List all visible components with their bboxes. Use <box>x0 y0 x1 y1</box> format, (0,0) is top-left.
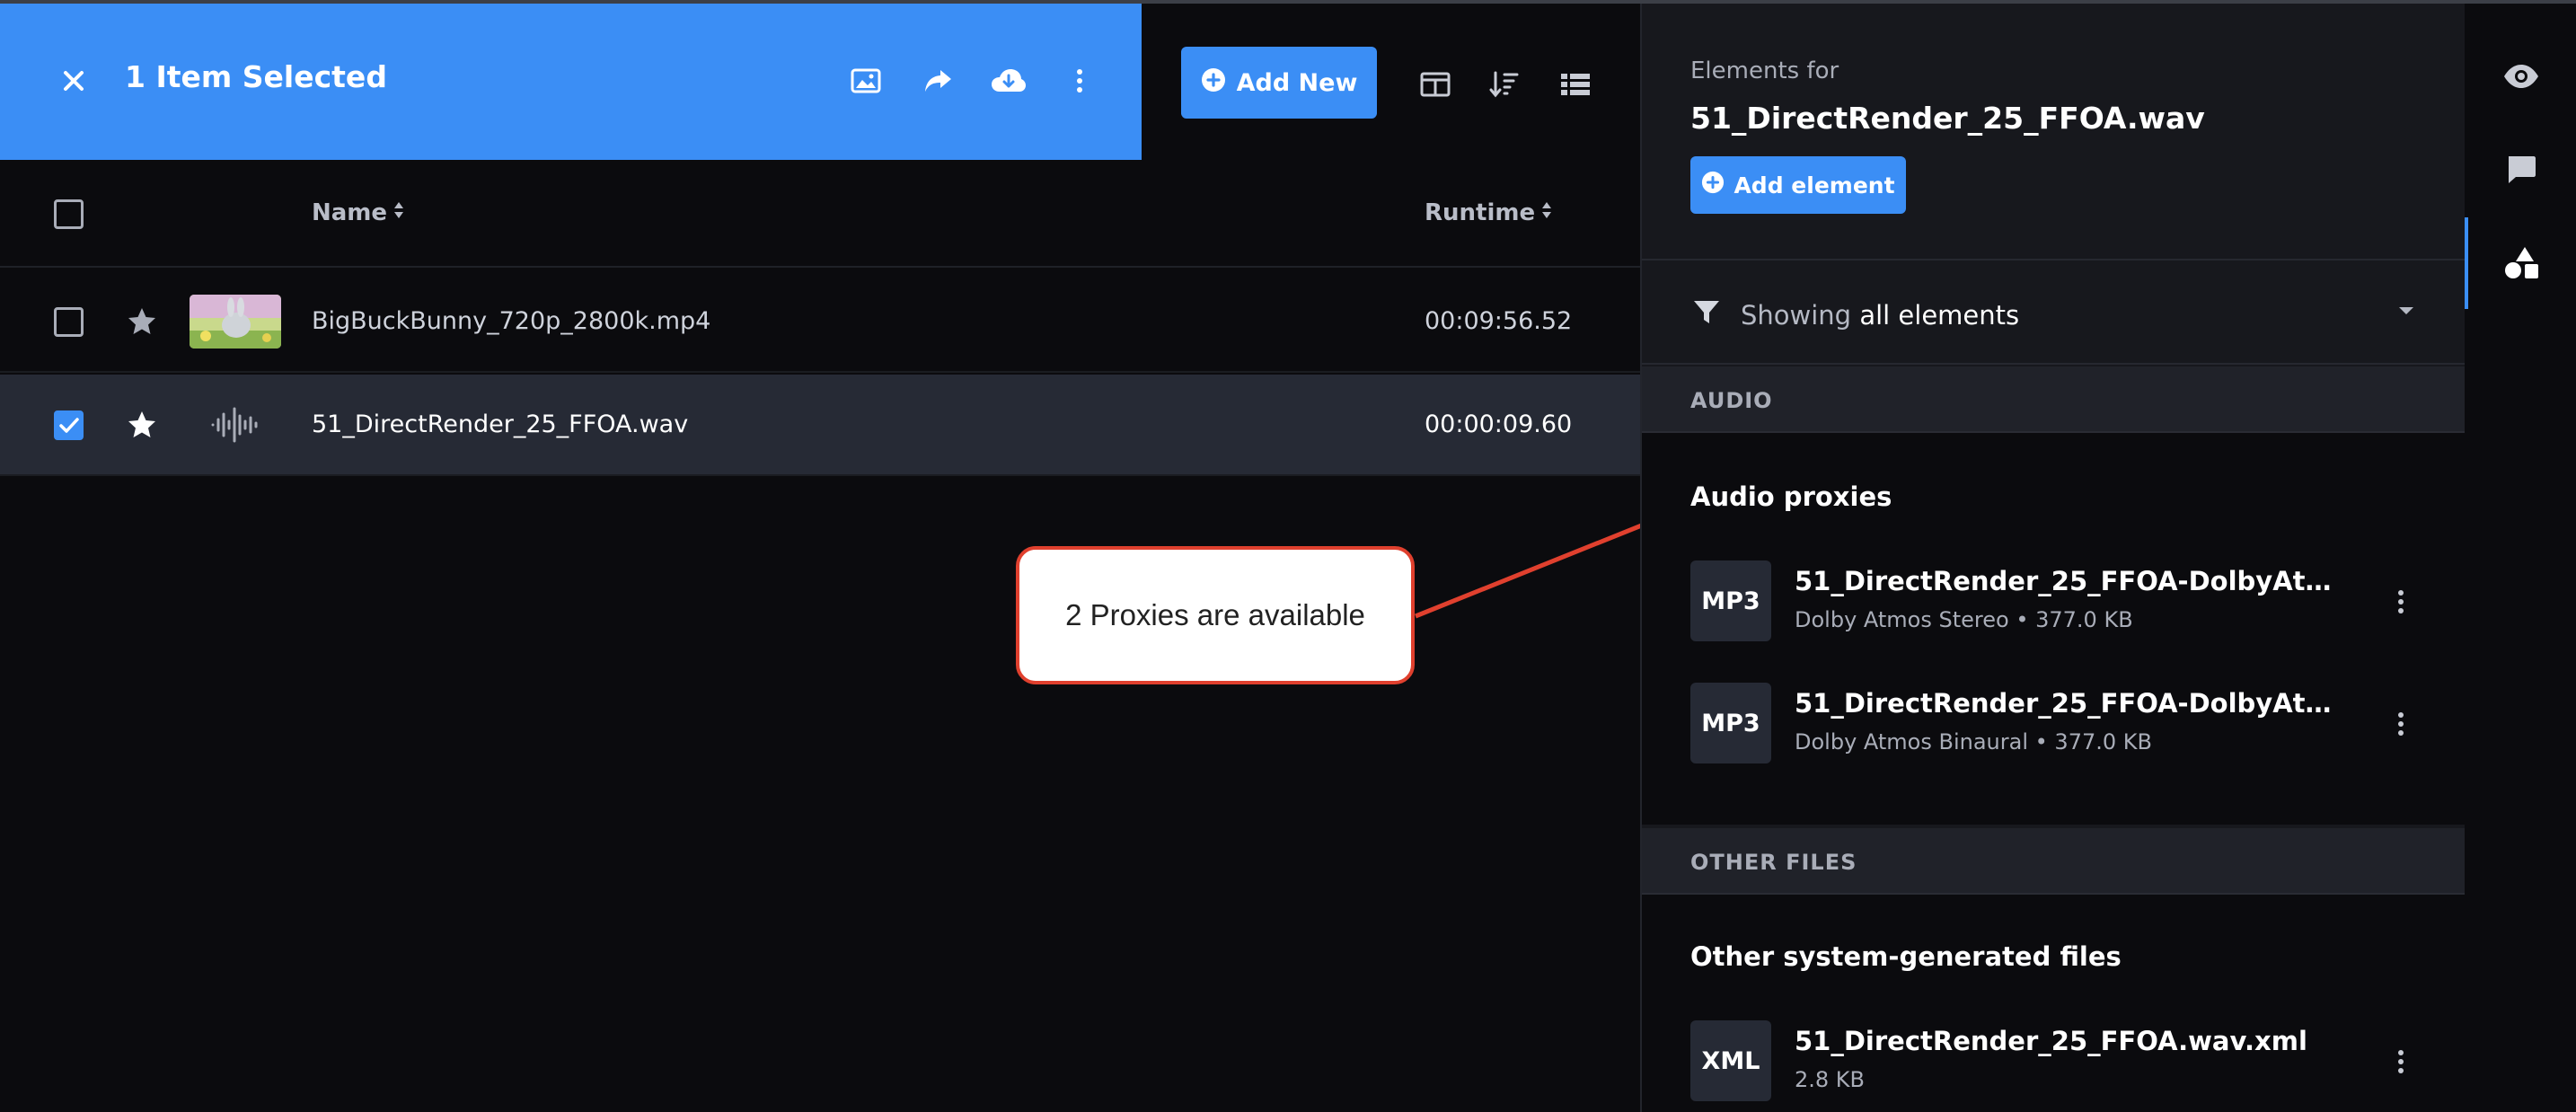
shapes-icon[interactable] <box>2502 244 2540 282</box>
file-name: 51_DirectRender_25_FFOA.wav.xml <box>1795 1026 2307 1056</box>
file-type-badge: MP3 <box>1690 683 1771 763</box>
elements-subtitle: Elements for <box>1690 57 1839 84</box>
selection-count-title: 1 Item Selected <box>125 59 387 94</box>
file-meta: Dolby Atmos Stereo • 377.0 KB <box>1795 607 2133 632</box>
list-item[interactable]: MP3 51_DirectRender_25_FFOA-DolbyAtmosBi… <box>1690 683 2427 763</box>
comment-icon[interactable] <box>2502 151 2540 189</box>
elements-panel: Elements for 51_DirectRender_25_FFOA.wav… <box>1640 4 2466 1112</box>
list-view-icon[interactable] <box>1557 66 1593 102</box>
table-header: Name Runtime <box>0 160 1640 268</box>
row-checkbox[interactable] <box>54 410 84 440</box>
row-name: 51_DirectRender_25_FFOA.wav <box>312 410 689 438</box>
column-name-label: Name <box>312 199 388 226</box>
star-icon[interactable] <box>126 305 158 338</box>
file-name: 51_DirectRender_25_FFOA-DolbyAtmosStereo… <box>1795 566 2351 596</box>
chevron-down-icon <box>2396 304 2416 321</box>
active-tab-indicator <box>2465 217 2468 309</box>
filter-icon <box>1692 298 1721 331</box>
select-all-checkbox[interactable] <box>54 199 84 229</box>
element-filter-dropdown[interactable]: Showing all elements <box>1642 259 2466 365</box>
plus-circle-icon <box>1701 171 1725 199</box>
add-element-button[interactable]: Add element <box>1690 156 1906 214</box>
sort-toggle-icon <box>1540 199 1553 226</box>
columns-icon[interactable] <box>1417 66 1453 102</box>
elements-title: 51_DirectRender_25_FFOA.wav <box>1690 101 2205 136</box>
file-meta: 2.8 KB <box>1795 1067 1865 1092</box>
column-header-name[interactable]: Name <box>312 199 405 226</box>
list-item[interactable]: MP3 51_DirectRender_25_FFOA-DolbyAtmosSt… <box>1690 560 2427 641</box>
section-header-other-files: OTHER FILES <box>1642 828 2466 895</box>
add-new-button[interactable]: Add New <box>1181 47 1377 119</box>
close-icon[interactable] <box>57 65 90 97</box>
waveform-icon <box>207 398 261 452</box>
section-audio: Audio proxies MP3 51_DirectRender_25_FFO… <box>1642 433 2466 825</box>
list-item[interactable]: XML 51_DirectRender_25_FFOA.wav.xml 2.8 … <box>1690 1020 2427 1101</box>
column-header-runtime[interactable]: Runtime <box>1425 199 1553 226</box>
annotation-callout: 2 Proxies are available <box>1016 546 1415 684</box>
row-name: BigBuckBunny_720p_2800k.mp4 <box>312 307 711 335</box>
side-rail <box>2465 4 2576 1112</box>
add-new-label: Add New <box>1236 68 1358 97</box>
callout-text: 2 Proxies are available <box>1065 598 1365 631</box>
filter-text: Showing all elements <box>1741 300 2019 331</box>
sort-icon[interactable] <box>1486 66 1522 102</box>
row-runtime: 00:09:56.52 <box>1425 307 1573 335</box>
sort-toggle-icon <box>393 199 405 226</box>
share-icon[interactable] <box>920 63 956 99</box>
table-row[interactable]: 51_DirectRender_25_FFOA.wav 00:00:09.60 <box>0 375 1640 476</box>
file-name: 51_DirectRender_25_FFOA-DolbyAtmosBinaur… <box>1795 688 2351 719</box>
file-meta: Dolby Atmos Binaural • 377.0 KB <box>1795 729 2152 755</box>
file-type-badge: XML <box>1690 1020 1771 1101</box>
row-checkbox[interactable] <box>54 307 84 337</box>
image-icon[interactable] <box>848 63 884 99</box>
eye-icon[interactable] <box>2502 57 2540 95</box>
star-icon[interactable] <box>126 409 158 441</box>
section-header-label: OTHER FILES <box>1690 850 1857 875</box>
file-type-badge: MP3 <box>1690 560 1771 641</box>
column-runtime-label: Runtime <box>1425 199 1536 226</box>
more-vertical-icon[interactable] <box>2387 704 2414 744</box>
more-vertical-icon[interactable] <box>2387 582 2414 622</box>
section-title: Audio proxies <box>1690 481 1892 512</box>
section-header-label: AUDIO <box>1690 388 1773 413</box>
filter-prefix: Showing <box>1741 300 1852 331</box>
video-thumbnail <box>190 295 281 349</box>
cloud-download-icon[interactable] <box>991 63 1027 99</box>
filter-value: all elements <box>1859 300 2020 331</box>
plus-circle-icon <box>1201 67 1226 99</box>
table-row[interactable]: BigBuckBunny_720p_2800k.mp4 00:09:56.52 <box>0 271 1640 373</box>
section-other-files: Other system-generated files XML 51_Dire… <box>1642 895 2466 1112</box>
section-header-audio: AUDIO <box>1642 366 2466 433</box>
add-element-label: Add element <box>1734 172 1895 199</box>
row-runtime: 00:00:09.60 <box>1425 410 1573 438</box>
section-title: Other system-generated files <box>1690 941 2122 972</box>
more-vertical-icon[interactable] <box>1062 63 1098 99</box>
selection-bar: 1 Item Selected <box>0 4 1142 160</box>
more-vertical-icon[interactable] <box>2387 1042 2414 1081</box>
list-toolbar: Add New <box>1142 4 1640 160</box>
